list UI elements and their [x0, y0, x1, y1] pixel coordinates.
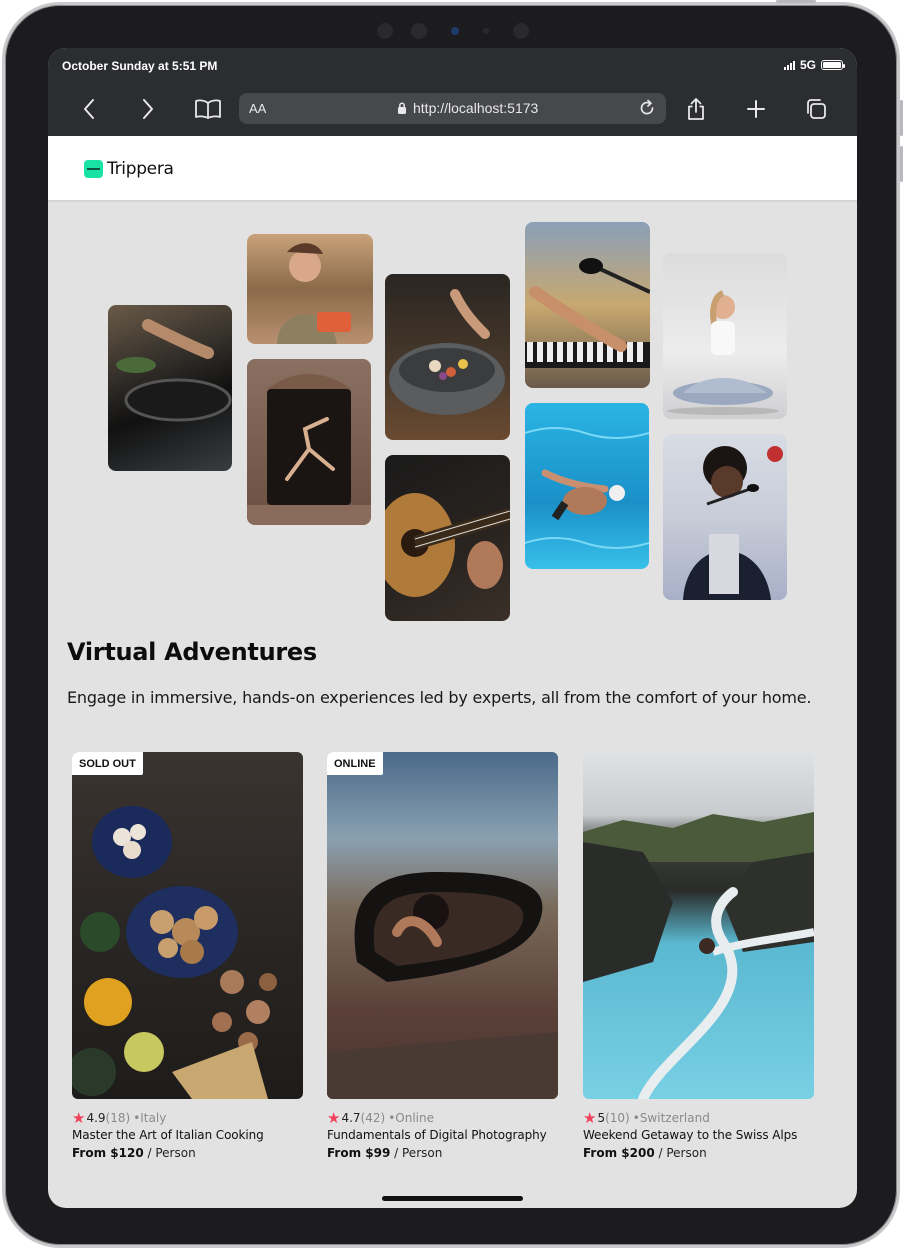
sensor-dot: [513, 23, 529, 39]
card-location: •Online: [388, 1111, 434, 1125]
card-image-swiss-alps[interactable]: [583, 752, 814, 1099]
card-meta: ★ 5 (10) •Switzerland: [583, 1109, 814, 1127]
star-icon: ★: [583, 1109, 597, 1127]
signal-icon: [783, 60, 795, 70]
reader-settings-button[interactable]: AA: [249, 101, 266, 116]
card-rating: 4.9: [86, 1111, 106, 1125]
experience-card[interactable]: ★ 5 (10) •Switzerland Weekend Getaway to…: [583, 752, 814, 1160]
lock-icon: [398, 102, 406, 114]
card-meta: ★ 4.7 (42) •Online: [327, 1109, 558, 1127]
site-header: Trippera: [48, 136, 857, 202]
status-indicators: 5G: [783, 58, 845, 72]
address-bar[interactable]: AA http://localhost:5173: [239, 93, 666, 124]
card-location: •Switzerland: [632, 1111, 710, 1125]
status-time: October Sunday at 5:51 PM: [62, 59, 218, 73]
star-icon: ★: [327, 1109, 341, 1127]
url-display[interactable]: http://localhost:5173: [397, 100, 538, 116]
section-title: Virtual Adventures: [67, 638, 317, 666]
bookmarks-button[interactable]: [193, 94, 223, 124]
star-icon: ★: [72, 1109, 86, 1127]
forward-icon: [143, 99, 153, 119]
tabs-overview-button[interactable]: [801, 94, 831, 124]
share-icon: [688, 98, 704, 120]
card-price: From $200 / Person: [583, 1146, 814, 1160]
card-title[interactable]: Master the Art of Italian Cooking: [72, 1128, 303, 1142]
card-price-unit: / Person: [143, 1146, 196, 1160]
reload-icon: [640, 99, 654, 115]
browser-chrome: October Sunday at 5:51 PM 5G AA http://l…: [48, 48, 857, 136]
camera-bar: [375, 17, 535, 43]
front-camera: [451, 27, 459, 35]
share-button[interactable]: [681, 94, 711, 124]
card-review-count: (10): [605, 1111, 630, 1125]
card-rating: 5: [597, 1111, 606, 1125]
card-price: From $120 / Person: [72, 1146, 303, 1160]
hero-image-swimmer-in-pool: [525, 403, 649, 569]
reload-button[interactable]: [638, 99, 656, 120]
hero-image-dancer-in-doorway: [247, 359, 371, 525]
hero-image-piano-microphone: [525, 222, 650, 388]
sensor-dot: [483, 28, 489, 34]
home-indicator[interactable]: [382, 1196, 523, 1201]
back-icon: [84, 99, 94, 119]
tabs-icon: [807, 99, 826, 119]
url-text: http://localhost:5173: [413, 100, 539, 116]
card-price: From $99 / Person: [327, 1146, 558, 1160]
forward-button[interactable]: [133, 94, 163, 124]
experience-card[interactable]: ONLINE ★ 4.7 (42) •Online Fundamentals o…: [327, 752, 558, 1160]
card-image-digital-photography[interactable]: ONLINE: [327, 752, 558, 1099]
sensor-dot: [377, 23, 393, 39]
new-tab-button[interactable]: [741, 94, 771, 124]
card-title[interactable]: Fundamentals of Digital Photography: [327, 1128, 558, 1142]
hero-image-cooking-pans: [108, 305, 232, 471]
card-price-value: From $99: [327, 1146, 391, 1160]
card-rating: 4.7: [341, 1111, 361, 1125]
new-tab-icon: [747, 100, 765, 118]
section-description: Engage in immersive, hands-on experience…: [67, 688, 812, 707]
battery-icon: [821, 60, 845, 70]
card-price-value: From $200: [583, 1146, 655, 1160]
card-review-count: (18): [105, 1111, 131, 1125]
hero-image-yoga-meditation: [663, 253, 787, 419]
sensor-dot: [411, 23, 427, 39]
volume-up-button: [900, 100, 903, 136]
site-logo[interactable]: Trippera: [84, 159, 174, 179]
card-price-unit: / Person: [654, 1146, 707, 1160]
volume-down-button: [900, 146, 903, 182]
back-button[interactable]: [74, 94, 104, 124]
status-badge: SOLD OUT: [72, 752, 143, 775]
status-badge: ONLINE: [327, 752, 383, 775]
card-meta: ★ 4.9 (18) •Italy: [72, 1109, 303, 1127]
card-price-unit: / Person: [390, 1146, 443, 1160]
hero-image-woman-with-tray: [247, 234, 373, 344]
card-title[interactable]: Weekend Getaway to the Swiss Alps: [583, 1128, 814, 1142]
logo-icon: [84, 160, 103, 178]
experience-card[interactable]: SOLD OUT ★ 4.9 (18) •Italy Master the Ar…: [72, 752, 303, 1160]
hero-image-acoustic-guitar: [385, 455, 510, 621]
screen: October Sunday at 5:51 PM 5G AA http://l…: [48, 48, 857, 1208]
hero-image-singer-microphone: [663, 434, 787, 600]
bookmarks-icon: [195, 99, 221, 119]
logo-text: Trippera: [107, 159, 174, 179]
card-image-italian-cooking[interactable]: SOLD OUT: [72, 752, 303, 1099]
card-review-count: (42): [360, 1111, 386, 1125]
network-label: 5G: [799, 58, 816, 72]
card-price-value: From $120: [72, 1146, 144, 1160]
hero-image-stone-bowl-dish: [385, 274, 510, 440]
card-location: •Italy: [133, 1111, 167, 1125]
top-button: [776, 0, 816, 3]
